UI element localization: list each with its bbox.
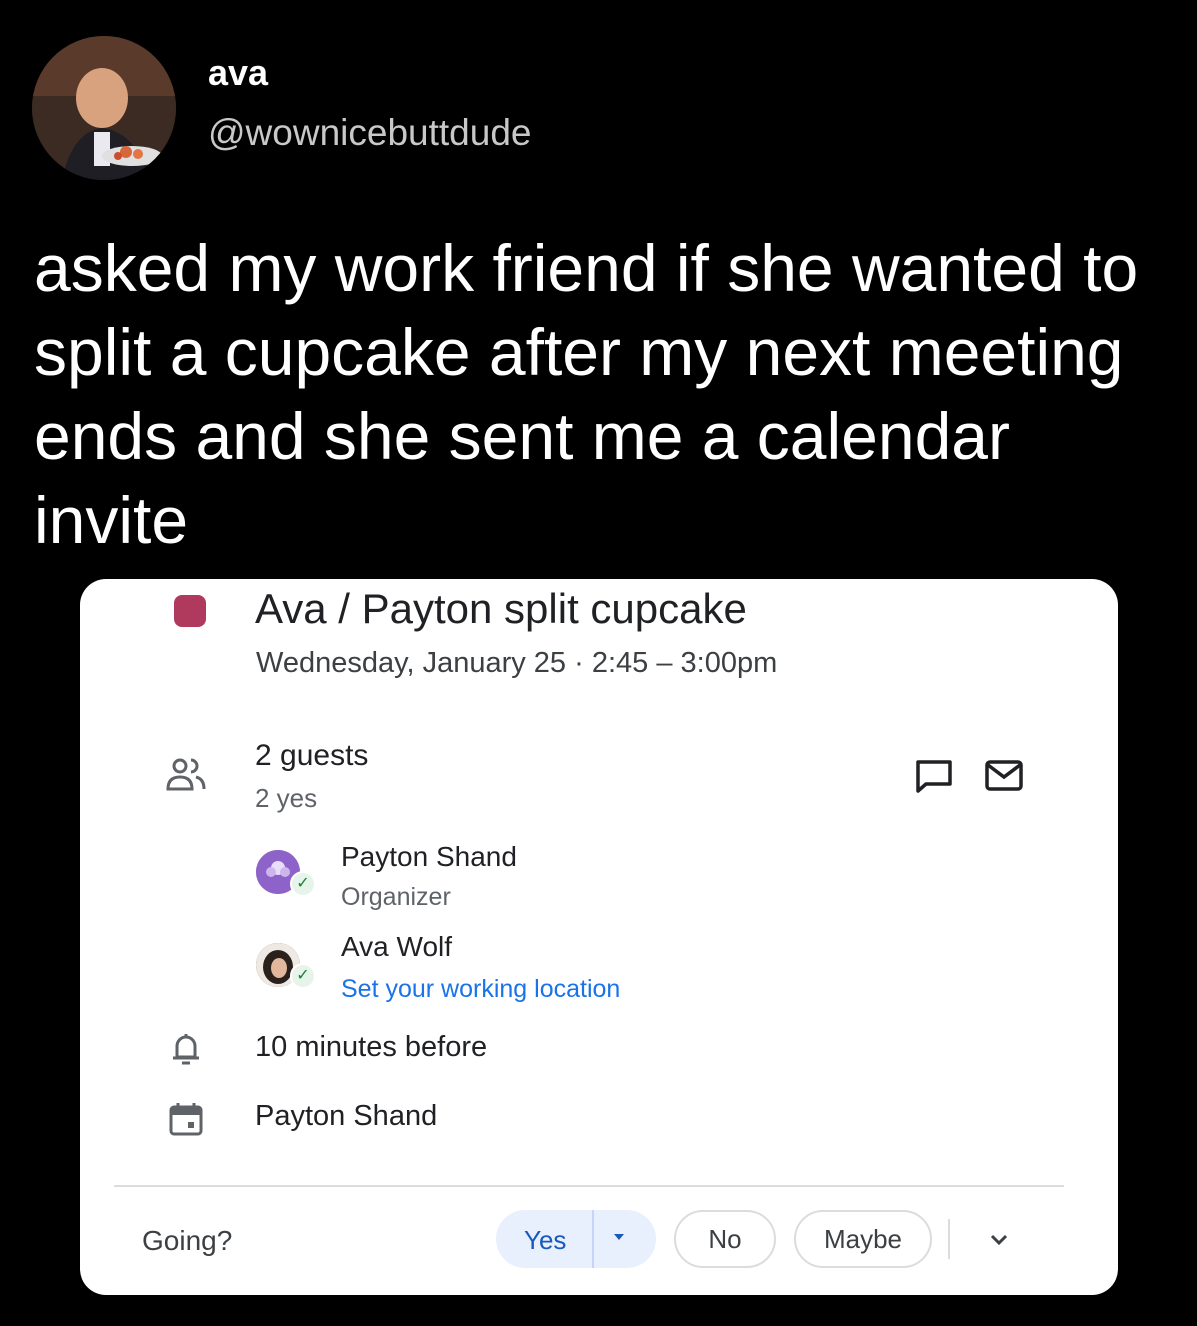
event-datetime: Wednesday, January 25 · 2:45 – 3:00pm xyxy=(256,647,778,679)
check-icon: ✓ xyxy=(290,963,316,989)
guests-count: 2 guests xyxy=(255,739,369,772)
rsvp-no-button[interactable]: No xyxy=(674,1210,776,1268)
divider xyxy=(114,1185,1064,1187)
reminder-text: 10 minutes before xyxy=(255,1031,488,1063)
user-handle[interactable]: @wownicebuttdude xyxy=(208,112,531,154)
dropdown-caret-icon[interactable] xyxy=(614,1234,624,1240)
check-icon: ✓ xyxy=(290,871,316,897)
profile-photo xyxy=(32,36,176,180)
calendar-event-card: Ava / Payton split cupcake Wednesday, Ja… xyxy=(80,579,1118,1295)
mail-icon[interactable] xyxy=(984,759,1024,793)
guest-name: Ava Wolf xyxy=(341,931,453,962)
profile-avatar[interactable] xyxy=(32,36,176,180)
display-name[interactable]: ava xyxy=(208,52,268,94)
rsvp-maybe-button[interactable]: Maybe xyxy=(794,1210,932,1268)
guest-role: Organizer xyxy=(341,883,451,911)
calendar-icon xyxy=(169,1103,203,1136)
rsvp-yes-label[interactable]: Yes xyxy=(524,1225,566,1256)
guest-name: Payton Shand xyxy=(341,841,517,872)
guests-yes-count: 2 yes xyxy=(255,783,318,813)
set-working-location-link[interactable]: Set your working location xyxy=(341,975,620,1004)
bell-icon xyxy=(173,1034,199,1065)
rsvp-yes-button[interactable]: Yes xyxy=(496,1210,656,1268)
split-divider xyxy=(592,1210,594,1268)
divider xyxy=(948,1219,950,1259)
chevron-down-icon[interactable] xyxy=(986,1227,1012,1253)
rsvp-prompt: Going? xyxy=(142,1225,233,1256)
event-color-chip xyxy=(174,595,206,627)
chat-icon[interactable] xyxy=(914,759,954,793)
guests-icon xyxy=(166,758,206,791)
event-title: Ava / Payton split cupcake xyxy=(255,585,747,632)
tweet-text: asked my work friend if she wanted to sp… xyxy=(34,231,1139,557)
calendar-owner: Payton Shand xyxy=(255,1100,438,1132)
